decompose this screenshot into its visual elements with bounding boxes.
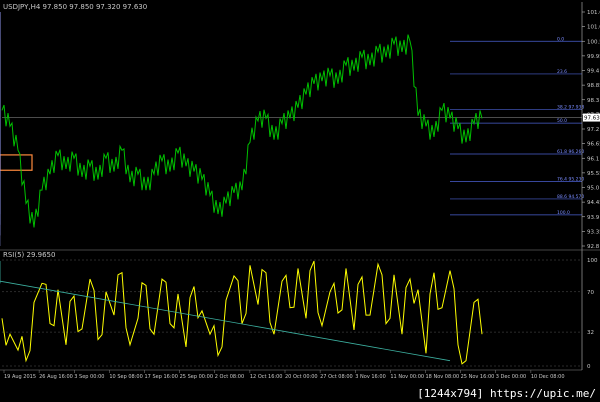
price-tick-label: 95.55 bbox=[587, 171, 600, 177]
time-tick-label: 20 Oct 00:00 bbox=[285, 374, 318, 380]
chart-canvas: 0.0 23.6 38.2 97.938 50.0 61.8 96.260 76.4 95… bbox=[0, 0, 600, 402]
price-tick-label: 98.3 bbox=[587, 98, 600, 104]
price-tick-label: 96.65 bbox=[587, 142, 600, 148]
time-tick-label: 2 Oct 08:00 bbox=[215, 374, 244, 380]
price-tick-label: 100.5 bbox=[587, 39, 600, 45]
price-tick-label: 97.2 bbox=[587, 127, 599, 133]
rsi-tick-label: 70 bbox=[587, 290, 594, 296]
price-tick-label: 98.85 bbox=[587, 83, 600, 89]
price-tick-label: 96.1 bbox=[587, 156, 599, 162]
fib-level-label: 61.8 96.260 bbox=[557, 149, 584, 155]
price-tick-label: 95.0 bbox=[587, 186, 600, 192]
fib-level-label: 23.6 bbox=[557, 69, 567, 75]
time-tick-label: 3 Nov 16:00 bbox=[355, 374, 386, 380]
time-tick-label: 10 Sep 08:00 bbox=[109, 374, 142, 380]
fib-level-label: 76.4 95.230 bbox=[557, 176, 584, 182]
time-tick-label: 19 Aug 2015 bbox=[4, 374, 36, 380]
time-tick-label: 3 Dec 00:00 bbox=[496, 374, 526, 380]
time-tick-label: 12 Oct 16:00 bbox=[250, 374, 283, 380]
price-tick-label: 101.05 bbox=[587, 25, 600, 31]
time-tick-label: 10 Dec 08:00 bbox=[531, 374, 565, 380]
time-tick-label: 25 Sep 00:00 bbox=[180, 374, 213, 380]
watermark: [1244x794] https://upic.me/ bbox=[417, 387, 596, 400]
rsi-tick-label: 0 bbox=[587, 364, 591, 370]
rsi-tick-label: 100 bbox=[587, 258, 598, 264]
time-tick-label: 3 Sep 00:00 bbox=[74, 374, 104, 380]
price-tick-label: 101.6 bbox=[587, 10, 600, 16]
price-tick-label: 99.4 bbox=[587, 69, 600, 75]
price-chart-title: USDJPY,H4 97.850 97.850 97.320 97.630 bbox=[3, 3, 147, 11]
fib-level-label: 88.6 94.570 bbox=[557, 194, 584, 200]
fib-level-label: 50.0 bbox=[557, 118, 567, 124]
fib-level-label: 100.0 bbox=[557, 210, 570, 216]
time-tick-label: 11 Nov 00:00 bbox=[390, 374, 424, 380]
price-tick-label: 94.45 bbox=[587, 200, 600, 206]
price-tick-label: 93.35 bbox=[587, 229, 600, 235]
price-tick-label: 92.8 bbox=[587, 244, 600, 250]
time-tick-label: 25 Nov 16:00 bbox=[461, 374, 495, 380]
time-tick-label: 18 Nov 08:00 bbox=[426, 374, 460, 380]
current-price-label: 97.630 bbox=[584, 116, 600, 122]
rsi-title: RSI(5) 29.9650 bbox=[3, 251, 55, 259]
time-tick-label: 27 Oct 08:00 bbox=[320, 374, 353, 380]
fib-level-label: 0.0 bbox=[557, 36, 564, 42]
price-tick-label: 99.95 bbox=[587, 54, 600, 60]
time-tick-label: 26 Aug 16:00 bbox=[39, 374, 73, 380]
time-tick-label: 17 Sep 16:00 bbox=[145, 374, 178, 380]
price-tick-label: 93.9 bbox=[587, 215, 600, 221]
fib-level-label: 38.2 97.938 bbox=[557, 104, 584, 110]
rsi-tick-label: 32 bbox=[587, 330, 594, 336]
